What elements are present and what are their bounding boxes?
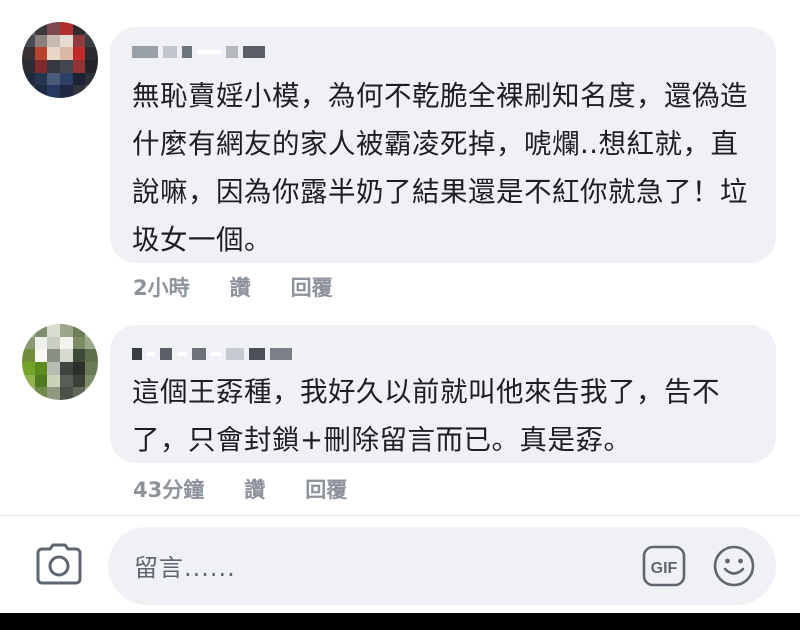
- author-name-redacted[interactable]: [132, 41, 270, 63]
- reply-button[interactable]: 回覆: [305, 474, 347, 504]
- smiley-icon[interactable]: [712, 544, 756, 588]
- avatar[interactable]: [22, 324, 98, 400]
- comment-bubble[interactable]: 無恥賣婬小模，為何不乾脆全裸刷知名度，還偽造什麼有網友的家人被霸凌死掉，唬爛..…: [110, 27, 776, 263]
- like-button[interactable]: 讚: [244, 474, 265, 504]
- comment-bubble[interactable]: 這個王孬種，我好久以前就叫他來告我了，告不了，只會封鎖+刪除留言而已。真是孬。: [110, 325, 776, 463]
- comment-input-placeholder: 留言......: [134, 554, 236, 582]
- like-button[interactable]: 讚: [230, 272, 251, 302]
- comment-timestamp[interactable]: 2小時: [133, 272, 190, 302]
- avatar[interactable]: [22, 22, 98, 98]
- comment-timestamp[interactable]: 43分鐘: [133, 474, 204, 504]
- divider: [0, 515, 800, 516]
- comment-text: 無恥賣婬小模，為何不乾脆全裸刷知名度，還偽造什麼有網友的家人被霸凌死掉，唬爛..…: [132, 80, 748, 256]
- comment-actions: 43分鐘 讚 回覆: [133, 474, 347, 504]
- comment-text: 這個王孬種，我好久以前就叫他來告我了，告不了，只會封鎖+刪除留言而已。真是孬。: [132, 376, 720, 456]
- author-name-redacted[interactable]: [132, 343, 297, 365]
- gif-button[interactable]: GIF: [642, 545, 686, 587]
- comment-input[interactable]: 留言...... GIF: [108, 527, 776, 605]
- system-nav-bar: [0, 613, 800, 630]
- camera-icon[interactable]: [36, 543, 82, 585]
- comment-actions: 2小時 讚 回覆: [133, 272, 333, 302]
- reply-button[interactable]: 回覆: [291, 272, 333, 302]
- gif-label: GIF: [651, 560, 678, 577]
